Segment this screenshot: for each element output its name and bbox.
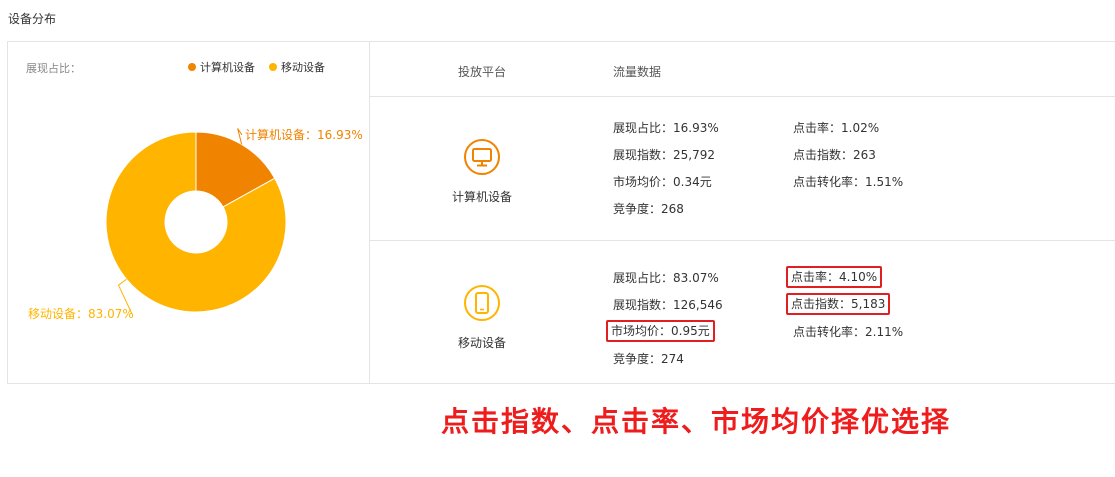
header-traffic: 流量数据 bbox=[613, 65, 662, 79]
metric-mobile-click-index: 点击指数：5,183 bbox=[786, 293, 891, 315]
metric-mobile-conversion-rate: 点击转化率：2.11% bbox=[793, 325, 904, 339]
metric-mobile-impression-share: 展现占比：83.07% bbox=[613, 271, 719, 285]
pie-data-label-mobile: 移动设备：83.07% bbox=[28, 307, 134, 321]
monitor-icon bbox=[464, 139, 500, 175]
traffic-table: 投放平台 流量数据 计算机设备 展现占比：16.93% 点击率：1.02% 展现… bbox=[370, 42, 1115, 383]
metric-pc-competition: 竞争度：268 bbox=[613, 202, 684, 216]
platform-name-pc: 计算机设备 bbox=[451, 190, 512, 204]
metric-pc-conversion-rate: 点击转化率：1.51% bbox=[793, 175, 904, 189]
section-title: 设备分布 bbox=[8, 12, 57, 26]
share-chart-column: 展现占比： 计算机设备 移动设备 计算机设备：16.93% 移动设备：83.07… bbox=[8, 42, 370, 383]
device-distribution-panel: 展现占比： 计算机设备 移动设备 计算机设备：16.93% 移动设备：83.07… bbox=[7, 41, 1115, 384]
phone-icon bbox=[464, 285, 500, 321]
table-row-mobile: 移动设备 展现占比：83.07% 点击率：4.10% 展现指数：126,546 … bbox=[370, 242, 1115, 383]
callout-annotation: 点击指数、点击率、市场均价择优选择 bbox=[441, 405, 952, 438]
table-header-row: 投放平台 流量数据 bbox=[370, 42, 1115, 97]
header-platform: 投放平台 bbox=[458, 65, 507, 79]
metric-pc-impression-index: 展现指数：25,792 bbox=[613, 148, 715, 162]
device-share-donut-chart: 计算机设备：16.93% 移动设备：83.07% bbox=[28, 127, 363, 321]
metric-pc-click-index: 点击指数：263 bbox=[793, 148, 876, 162]
metric-mobile-competition: 竞争度：274 bbox=[613, 352, 684, 366]
metric-pc-avg-price: 市场均价：0.34元 bbox=[613, 175, 712, 189]
metric-pc-ctr: 点击率：1.02% bbox=[793, 121, 880, 135]
table-row-pc: 计算机设备 展现占比：16.93% 点击率：1.02% 展现指数：25,792 … bbox=[370, 98, 1115, 241]
pie-data-label-pc: 计算机设备：16.93% bbox=[245, 127, 363, 142]
metric-mobile-avg-price: 市场均价：0.95元 bbox=[606, 320, 715, 342]
metric-mobile-impression-index: 展现指数：126,546 bbox=[613, 298, 723, 312]
platform-name-mobile: 移动设备 bbox=[457, 336, 506, 350]
metric-pc-impression-share: 展现占比：16.93% bbox=[613, 121, 719, 135]
metric-mobile-ctr: 点击率：4.10% bbox=[786, 266, 883, 288]
